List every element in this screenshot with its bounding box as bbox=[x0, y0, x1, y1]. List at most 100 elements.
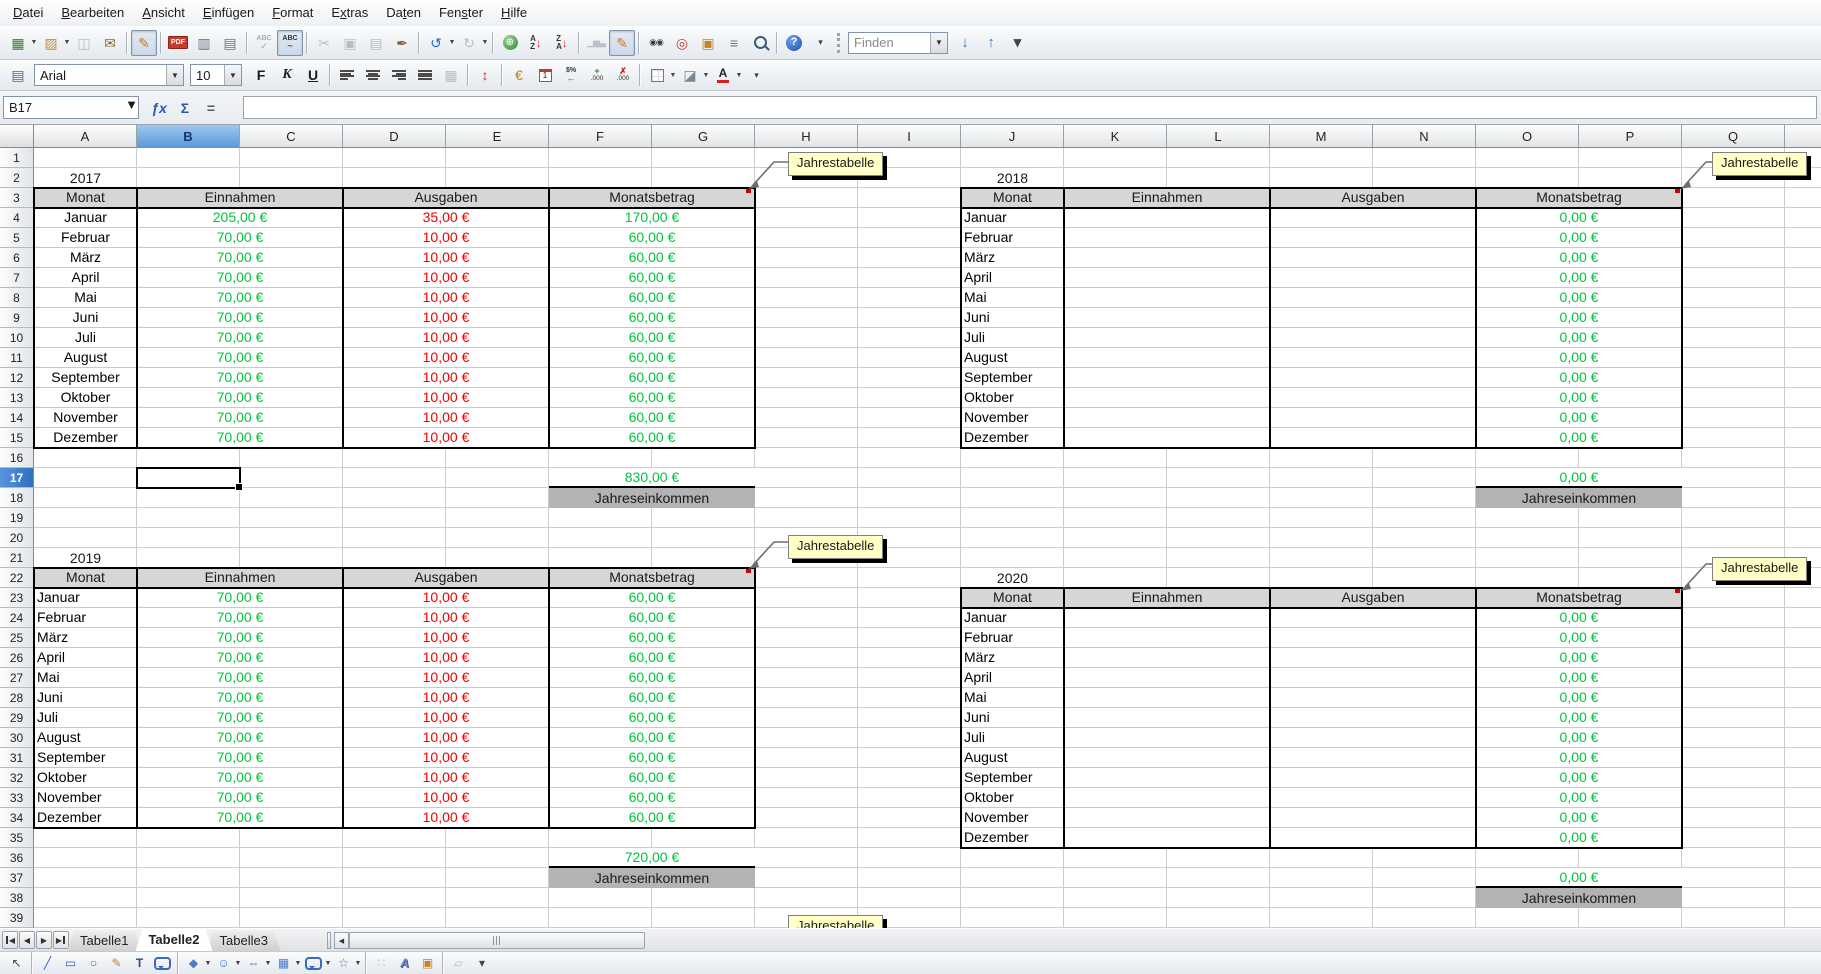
tab-scrollbar-splitter[interactable] bbox=[327, 932, 331, 949]
new-document-button[interactable]: ▦ bbox=[5, 30, 31, 56]
row-header-1[interactable]: 1 bbox=[0, 148, 34, 168]
table-header-monat[interactable]: Monat bbox=[34, 568, 137, 588]
cell[interactable]: 10,00 € bbox=[343, 308, 549, 328]
row-header-25[interactable]: 25 bbox=[0, 628, 34, 648]
column-header-P[interactable]: P bbox=[1579, 125, 1682, 148]
cell[interactable]: 0,00 € bbox=[1476, 308, 1682, 328]
cell[interactable]: 0,00 € bbox=[1476, 248, 1682, 268]
cell[interactable]: November bbox=[34, 408, 137, 428]
horizontal-scrollbar[interactable]: ◀ bbox=[334, 932, 645, 949]
table-header-ausgaben[interactable]: Ausgaben bbox=[1270, 188, 1476, 208]
cell[interactable] bbox=[1064, 608, 1270, 628]
cell[interactable] bbox=[1064, 368, 1270, 388]
callouts-dropdown-icon[interactable]: ▼ bbox=[324, 960, 332, 967]
cell[interactable]: 10,00 € bbox=[343, 728, 549, 748]
cell[interactable]: 70,00 € bbox=[137, 288, 343, 308]
edit-file-button[interactable]: ✎ bbox=[131, 30, 157, 56]
cell[interactable] bbox=[1270, 208, 1476, 228]
cell[interactable]: Februar bbox=[34, 608, 137, 628]
jahreseinkommen-value-2019[interactable]: 720,00 € bbox=[549, 848, 755, 868]
cell[interactable] bbox=[1064, 648, 1270, 668]
cell[interactable]: Juni bbox=[34, 688, 137, 708]
cell[interactable]: 60,00 € bbox=[549, 708, 755, 728]
row-header-11[interactable]: 11 bbox=[0, 348, 34, 368]
format-paintbrush-button[interactable]: ✒ bbox=[389, 30, 415, 56]
cell[interactable]: 70,00 € bbox=[137, 688, 343, 708]
find-toolbar-overflow-button[interactable]: ▾ bbox=[1004, 30, 1030, 56]
cell[interactable]: 0,00 € bbox=[1476, 608, 1682, 628]
function-wizard-icon[interactable]: ƒx bbox=[146, 96, 172, 119]
menu-daten[interactable]: Daten bbox=[377, 1, 430, 25]
cell[interactable]: September bbox=[961, 768, 1064, 788]
cell[interactable]: Dezember bbox=[961, 428, 1064, 448]
cell[interactable]: Januar bbox=[961, 608, 1064, 628]
select-all-corner[interactable] bbox=[0, 125, 34, 148]
cell[interactable]: April bbox=[34, 648, 137, 668]
column-header-I[interactable]: I bbox=[858, 125, 961, 148]
scrollbar-thumb[interactable] bbox=[349, 932, 645, 949]
cell[interactable]: Mai bbox=[961, 288, 1064, 308]
cell[interactable]: 0,00 € bbox=[1476, 388, 1682, 408]
column-header-J[interactable]: J bbox=[961, 125, 1064, 148]
cell[interactable]: 60,00 € bbox=[549, 308, 755, 328]
cell[interactable]: 60,00 € bbox=[549, 368, 755, 388]
cell[interactable]: 70,00 € bbox=[137, 668, 343, 688]
row-header-37[interactable]: 37 bbox=[0, 868, 34, 888]
sheet-tab-tabelle2[interactable]: Tabelle2 bbox=[135, 929, 212, 951]
row-header-4[interactable]: 4 bbox=[0, 208, 34, 228]
background-color-button[interactable]: ◪ bbox=[677, 62, 703, 88]
cell[interactable]: Oktober bbox=[34, 388, 137, 408]
row-header-6[interactable]: 6 bbox=[0, 248, 34, 268]
row-header-15[interactable]: 15 bbox=[0, 428, 34, 448]
cell[interactable]: 10,00 € bbox=[343, 408, 549, 428]
year-title-2018[interactable]: 2018 bbox=[961, 168, 1064, 188]
cell[interactable]: 60,00 € bbox=[549, 748, 755, 768]
cell[interactable]: 70,00 € bbox=[137, 728, 343, 748]
cell[interactable]: 10,00 € bbox=[343, 648, 549, 668]
cell[interactable]: 10,00 € bbox=[343, 608, 549, 628]
cell[interactable]: Juli bbox=[961, 728, 1064, 748]
cell[interactable] bbox=[1064, 308, 1270, 328]
block-arrows-dropdown-icon[interactable]: ▼ bbox=[264, 960, 272, 967]
last-sheet-button[interactable]: ▶ bbox=[53, 931, 69, 949]
sort-descending-button[interactable]: ZA↓ bbox=[549, 30, 575, 56]
table-header-einnahmen[interactable]: Einnahmen bbox=[137, 568, 343, 588]
cell[interactable] bbox=[1064, 768, 1270, 788]
cell[interactable] bbox=[1270, 388, 1476, 408]
block-arrows-button[interactable]: ⇔ bbox=[242, 952, 265, 974]
undo-dropdown-icon[interactable]: ▼ bbox=[448, 39, 456, 46]
cell[interactable]: Dezember bbox=[34, 808, 137, 828]
cell[interactable] bbox=[1270, 428, 1476, 448]
cell[interactable]: August bbox=[961, 748, 1064, 768]
row-header-7[interactable]: 7 bbox=[0, 268, 34, 288]
cell[interactable] bbox=[1270, 688, 1476, 708]
cell[interactable]: 10,00 € bbox=[343, 268, 549, 288]
cell[interactable] bbox=[1064, 408, 1270, 428]
row-header-3[interactable]: 3 bbox=[0, 188, 34, 208]
cell[interactable] bbox=[1270, 668, 1476, 688]
cell[interactable]: Mai bbox=[34, 668, 137, 688]
column-header-E[interactable]: E bbox=[446, 125, 549, 148]
cell[interactable]: 70,00 € bbox=[137, 608, 343, 628]
cell[interactable]: November bbox=[34, 788, 137, 808]
print-button[interactable]: ▥ bbox=[191, 30, 217, 56]
cell[interactable]: Juni bbox=[961, 308, 1064, 328]
font-name-dropdown-icon[interactable]: ▼ bbox=[166, 65, 183, 85]
table-header-monat[interactable]: Monat bbox=[34, 188, 137, 208]
styles-window-icon[interactable]: ▤ bbox=[5, 62, 31, 88]
cell[interactable]: 10,00 € bbox=[343, 328, 549, 348]
previous-sheet-button[interactable]: ◀ bbox=[19, 931, 35, 949]
cell[interactable]: 0,00 € bbox=[1476, 628, 1682, 648]
cell[interactable] bbox=[1064, 328, 1270, 348]
cell[interactable] bbox=[1064, 388, 1270, 408]
column-header-C[interactable]: C bbox=[240, 125, 343, 148]
data-sources-button[interactable]: ≡ bbox=[721, 30, 747, 56]
flowchart-dropdown-icon[interactable]: ▼ bbox=[294, 960, 302, 967]
table-header-einnahmen[interactable]: Einnahmen bbox=[1064, 188, 1270, 208]
fill-handle[interactable] bbox=[235, 483, 243, 491]
column-header-O[interactable]: O bbox=[1476, 125, 1579, 148]
cell[interactable] bbox=[1064, 228, 1270, 248]
callout-button[interactable] bbox=[151, 952, 174, 974]
cell[interactable] bbox=[1270, 708, 1476, 728]
table-header-monat[interactable]: Monat bbox=[961, 588, 1064, 608]
